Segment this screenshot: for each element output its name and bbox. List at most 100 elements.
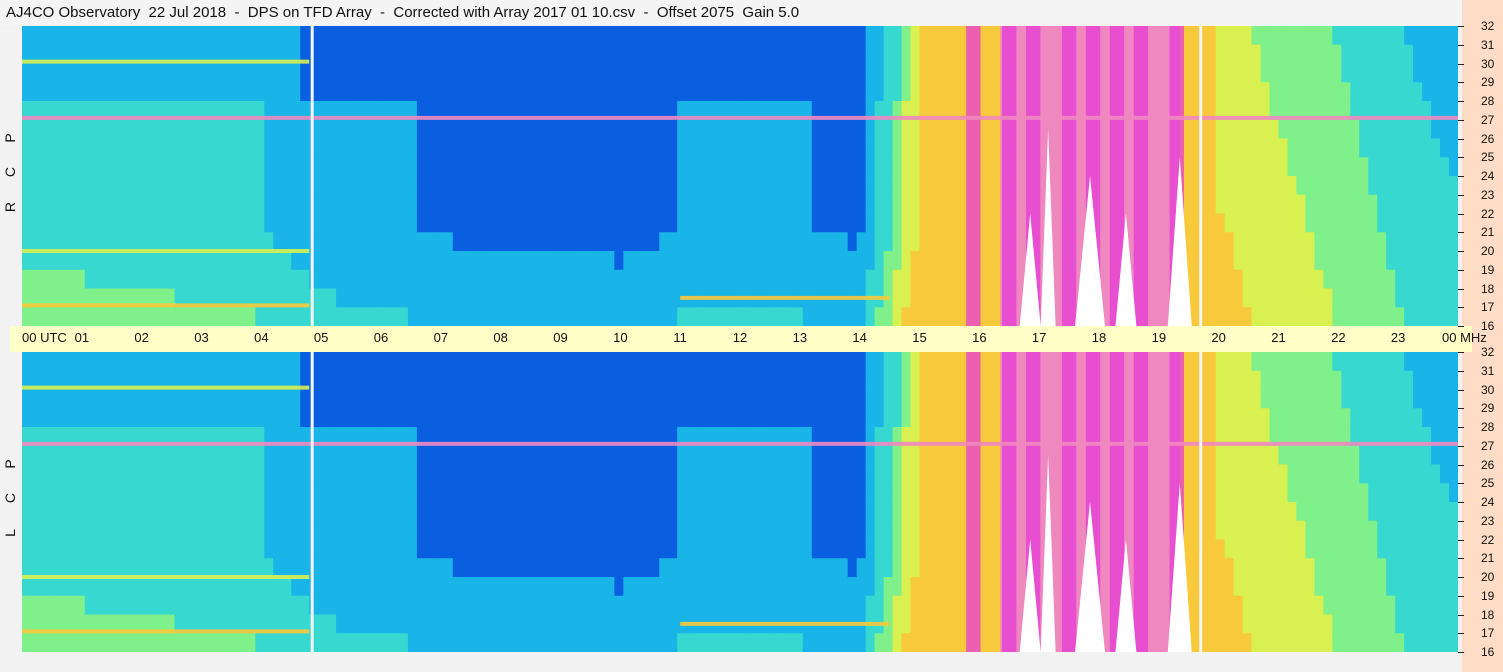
heatmap-cell [291,464,301,484]
heatmap-cell [740,370,750,391]
heatmap-cell [264,520,274,541]
heatmap-cell [1305,633,1315,652]
heatmap-cell [1314,445,1324,466]
heatmap-cell [991,370,1001,391]
heatmap-cell [93,445,104,466]
heatmap-cell [434,176,445,196]
heatmap-cell [677,520,687,541]
heatmap-cell [829,307,840,326]
heatmap-cell [533,520,544,541]
heatmap-cell [174,502,185,522]
heatmap-cell [1287,157,1298,177]
heatmap-cell [614,389,624,409]
heatmap-cell [1413,288,1423,308]
heatmap-cell [282,232,292,252]
heatmap-cell [1386,44,1396,65]
heatmap-cell [650,119,660,140]
heatmap-cell [407,44,418,65]
heatmap-cell [704,251,714,271]
heatmap-cell [677,176,687,196]
heatmap-cell [237,251,247,271]
heatmap-cell [1404,194,1414,215]
heatmap-cell [461,614,472,634]
heatmap-cell [883,558,894,578]
heatmap-cell [506,26,517,46]
heatmap-cell [363,307,373,326]
heatmap-cell [84,389,95,409]
heatmap-cell [587,119,597,140]
heatmap-cell [695,307,705,326]
heatmap-cell [488,119,499,140]
heatmap-cell [1215,44,1226,65]
heatmap-cell [587,577,597,597]
heatmap-cell [632,213,642,233]
heatmap-cell [147,157,158,177]
heatmap-cell [363,595,373,616]
heatmap-cell [282,633,292,652]
heatmap-cell [641,213,651,233]
heatmap-cell [255,445,265,466]
heatmap-cell [775,194,786,215]
heatmap-cell [398,558,409,578]
heatmap-cell [318,577,328,597]
heatmap-cell [1404,63,1414,83]
heatmap-cell [1278,176,1289,196]
heatmap-cell [856,63,867,83]
heatmap-cell [389,82,400,102]
heatmap-cell [883,595,894,616]
heatmap-cell [955,502,965,522]
heatmap-cell [129,352,140,372]
heatmap-cell [372,595,382,616]
heatmap-cell [1206,44,1217,65]
heatmap-cell [381,464,391,484]
heatmap-cell [363,213,373,233]
heatmap-cell [946,119,956,140]
heatmap-cell [443,307,454,326]
heatmap-cell [659,194,669,215]
heatmap-cell [793,213,804,233]
heatmap-cell [336,577,346,597]
heatmap-cell [461,307,472,326]
heatmap-cell [596,269,606,290]
heatmap-cell [255,251,265,271]
heatmap-cell [1413,213,1423,233]
heatmap-cell [389,63,400,83]
heatmap-cell [416,269,427,290]
heatmap-cell [129,389,140,409]
heatmap-cell [731,445,741,466]
heatmap-cell [793,176,804,196]
heatmap-cell [704,445,714,466]
heatmap-cell [434,269,445,290]
heatmap-cell [425,539,436,559]
heatmap-cell [1242,370,1253,391]
heatmap-cell [659,577,669,597]
heatmap-cell [57,232,68,252]
heatmap-cell [174,176,185,196]
heatmap-cell [838,520,849,541]
heatmap-cell [1287,194,1298,215]
heatmap-cell [1323,520,1333,541]
heatmap-cell [542,502,553,522]
heatmap-cell [345,157,355,177]
heatmap-cell [533,63,544,83]
heatmap-cell [1197,483,1208,503]
heatmap-cell [479,288,490,308]
heatmap-cell [174,445,185,466]
heatmap-cell [1323,352,1333,372]
heatmap-cell [1260,288,1271,308]
heatmap-cell [93,251,104,271]
heatmap-cell [919,408,930,428]
heatmap-cell [1242,26,1253,46]
heatmap-cell [300,464,310,484]
heatmap-cell [946,614,956,634]
heatmap-cell [300,483,310,503]
heatmap-cell [542,44,553,65]
heatmap-cell [219,269,230,290]
heatmap-cell [1341,176,1351,196]
heatmap-cell [30,138,41,158]
heatmap-cell [273,595,283,616]
heatmap-cell [1440,288,1450,308]
heatmap-cell [632,288,642,308]
heatmap-cell [1278,614,1289,634]
heatmap-cell [838,157,849,177]
